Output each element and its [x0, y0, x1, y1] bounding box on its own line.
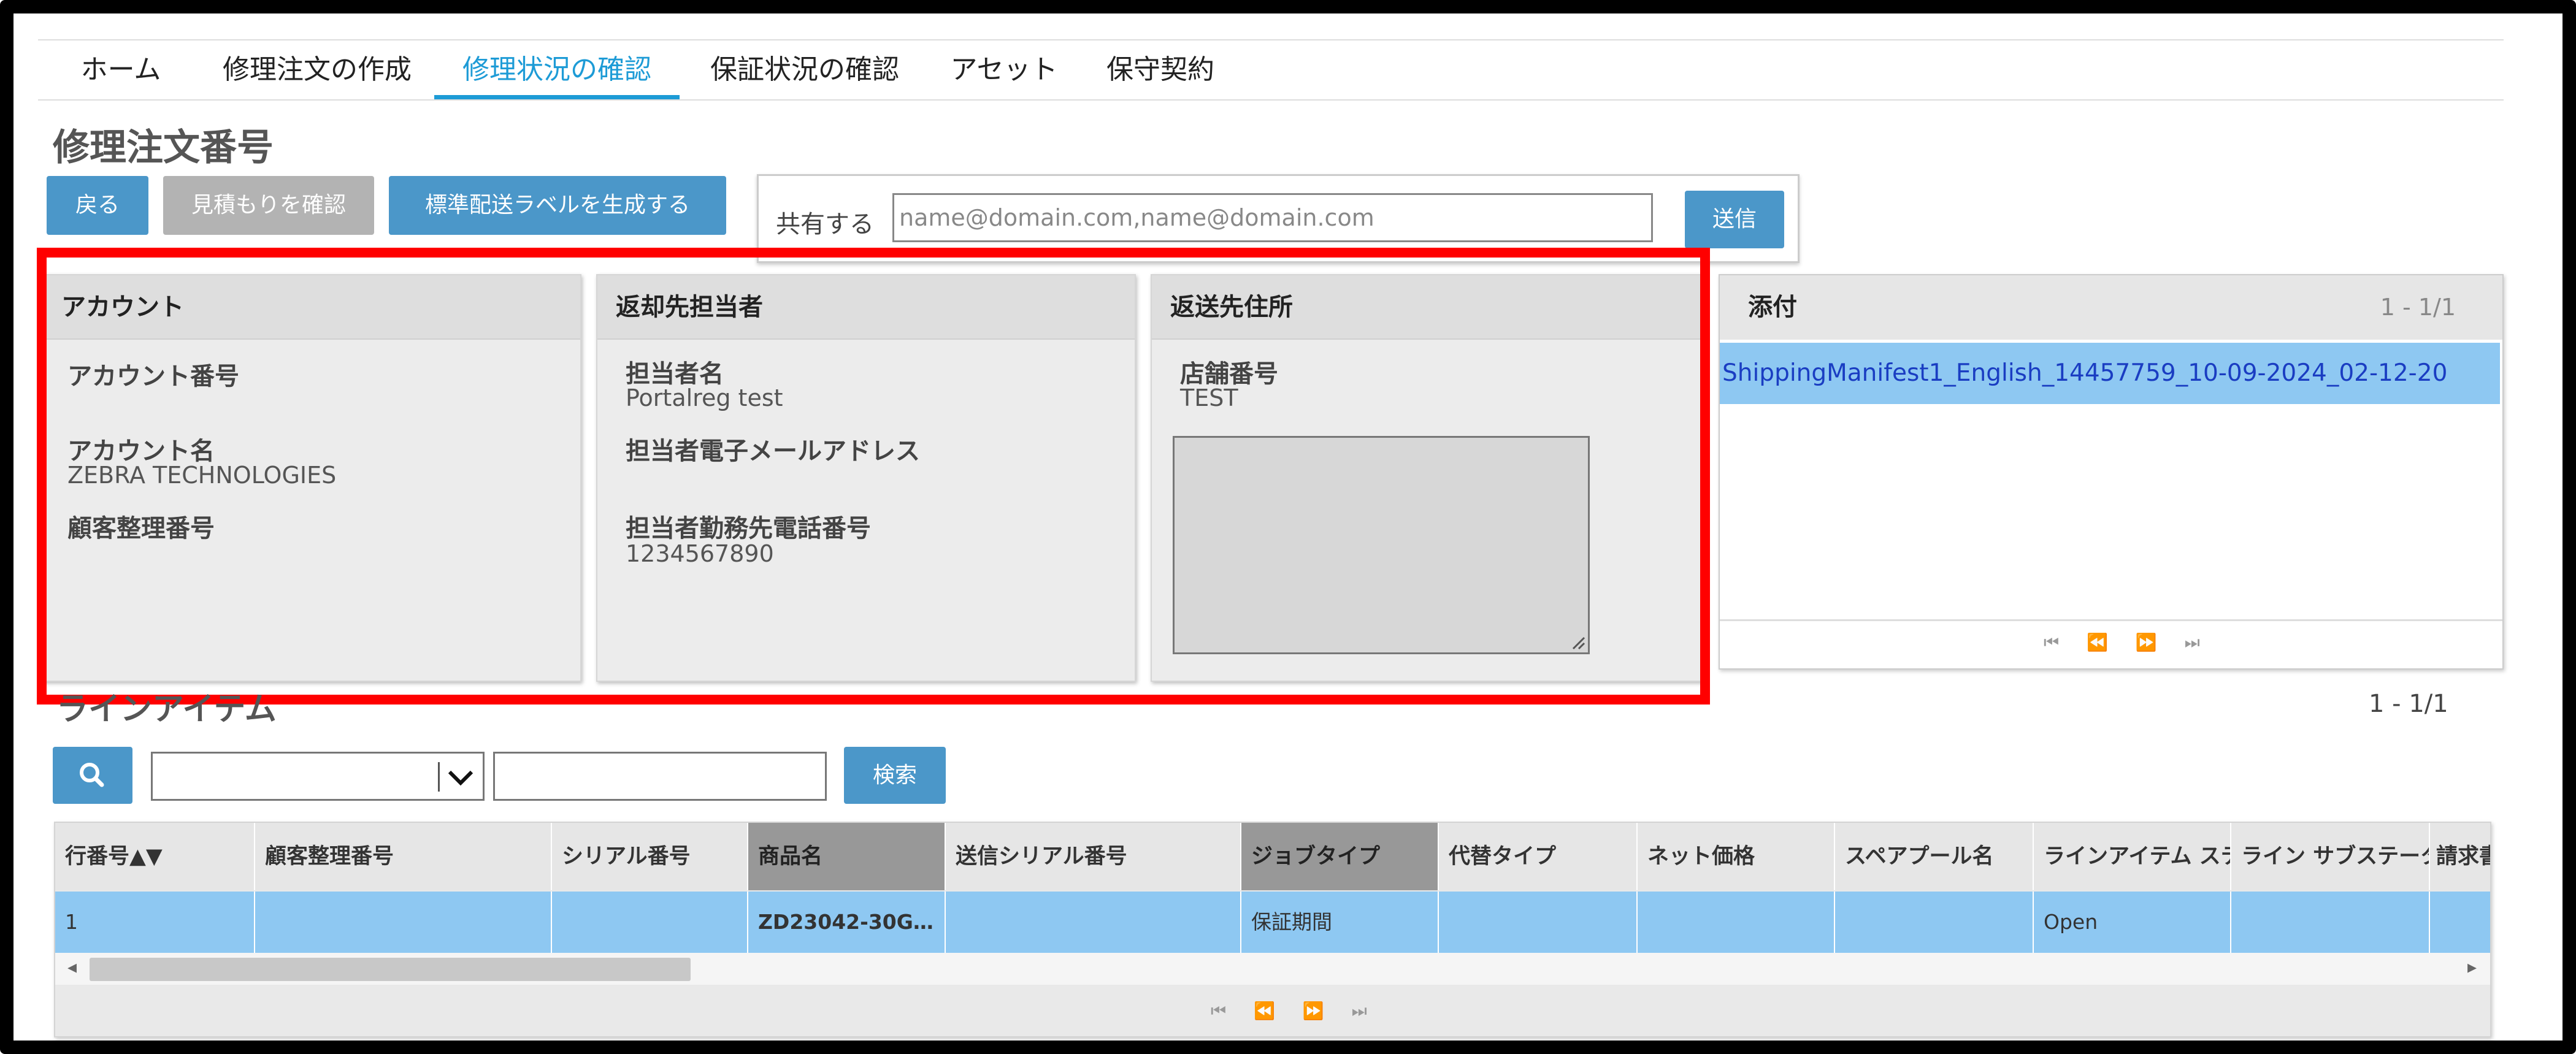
scroll-right-icon[interactable]: ▸ [2467, 957, 2477, 978]
contact-name-value: Portalreg test [626, 384, 783, 411]
share-panel: 共有する 送信 [757, 174, 1800, 263]
column-header-line-status[interactable]: ラインアイテム ステ [2034, 823, 2231, 890]
attachments-title: 添付 [1748, 293, 1797, 321]
customer-ref-label: 顧客整理番号 [67, 514, 215, 543]
column-header-line-number[interactable]: 行番号▲▼ [55, 823, 255, 890]
horizontal-scrollbar[interactable]: ◂ ▸ [55, 953, 2490, 985]
account-panel: アカウント アカウント番号 アカウント名 ZEBRA TECHNOLOGIES … [42, 274, 581, 682]
line-items-grid: 行番号▲▼ 顧客整理番号 シリアル番号 商品名 送信シリアル番号 ジョブタイプ … [54, 822, 2491, 1037]
contact-email-label: 担当者電子メールアドレス [626, 437, 920, 465]
page-title: 修理注文番号 [53, 126, 274, 169]
line-items-title: ラインアイテム [56, 691, 277, 728]
column-header-serial-number[interactable]: シリアル番号 [552, 823, 748, 890]
scrollbar-thumb[interactable] [90, 958, 691, 981]
send-button[interactable]: 送信 [1685, 191, 1784, 248]
column-header-line-substatus[interactable]: ライン サブステータ [2231, 823, 2430, 890]
filter-column-select[interactable] [151, 752, 485, 801]
attachments-panel: 添付 1 - 1/1 ShippingManifest1_English_144… [1719, 274, 2504, 670]
search-icon [80, 763, 104, 787]
attachments-range: 1 - 1/1 [2380, 294, 2456, 321]
attachments-pager: ⏮ ⏪ ⏩ ⏭ [1720, 619, 2502, 668]
generate-shipping-label-button[interactable]: 標準配送ラベルを生成する [389, 176, 726, 235]
share-email-input[interactable] [892, 193, 1653, 242]
contact-phone-value: 1234567890 [626, 540, 774, 567]
nav-item-home[interactable]: ホーム [75, 40, 167, 99]
attachments-header: 添付 1 - 1/1 [1720, 275, 2502, 340]
account-number-label: アカウント番号 [67, 362, 239, 391]
column-header-invoice[interactable]: 請求書 [2430, 823, 2490, 890]
table-cell[interactable] [1835, 892, 2034, 953]
account-name-value: ZEBRA TECHNOLOGIES [67, 462, 337, 489]
table-cell[interactable] [2231, 892, 2430, 953]
share-label: 共有する [776, 210, 874, 239]
contact-phone-label: 担当者勤務先電話番号 [626, 514, 871, 543]
main-nav: ホーム 修理注文の作成 修理状況の確認 保証状況の確認 アセット 保守契約 [38, 39, 2504, 101]
column-header-job-type[interactable]: ジョブタイプ [1241, 823, 1439, 890]
attachment-link[interactable]: ShippingManifest1_English_14457759_10-09… [1720, 343, 2500, 404]
line-items-range: 1 - 1/1 [2369, 690, 2448, 718]
return-contact-panel: 返却先担当者 担当者名 Portalreg test 担当者電子メールアドレス … [596, 274, 1136, 682]
table-cell[interactable] [2430, 892, 2490, 953]
return-address-panel: 返送先住所 店舗番号 TEST [1151, 274, 1703, 682]
store-number-value: TEST [1180, 384, 1238, 411]
filter-value-input[interactable] [493, 752, 827, 801]
table-cell[interactable] [255, 892, 552, 953]
nav-item-service-contracts[interactable]: 保守契約 [1099, 40, 1222, 99]
table-cell[interactable] [946, 892, 1241, 953]
column-header-replacement-type[interactable]: 代替タイプ [1439, 823, 1638, 890]
screenshot-frame: ホーム 修理注文の作成 修理状況の確認 保証状況の確認 アセット 保守契約 修理… [0, 0, 2576, 1054]
table-cell[interactable] [1638, 892, 1835, 953]
return-contact-panel-title: 返却先担当者 [597, 275, 1135, 340]
select-divider [438, 762, 440, 792]
column-header-sent-serial[interactable]: 送信シリアル番号 [946, 823, 1241, 890]
line-items-pager-controls[interactable]: ⏮ ⏪ ⏩ ⏭ [1211, 1001, 1378, 1022]
nav-item-assets[interactable]: アセット [940, 40, 1068, 99]
column-header-customer-ref[interactable]: 顧客整理番号 [255, 823, 552, 890]
column-header-product-name[interactable]: 商品名 [748, 823, 946, 890]
account-panel-title: アカウント [43, 275, 580, 340]
chevron-down-icon [448, 770, 473, 786]
table-cell[interactable] [552, 892, 748, 953]
return-address-panel-title: 返送先住所 [1152, 275, 1701, 340]
table-cell[interactable]: Open [2034, 892, 2231, 953]
table-cell[interactable]: 1 [55, 892, 255, 953]
nav-item-warranty-status[interactable]: 保証状況の確認 [700, 40, 909, 99]
nav-item-repair-status[interactable]: 修理状況の確認 [434, 40, 680, 99]
table-cell[interactable]: ZD23042-30G… [748, 892, 946, 953]
column-header-net-price[interactable]: ネット価格 [1638, 823, 1835, 890]
back-button[interactable]: 戻る [47, 176, 148, 235]
nav-item-create-repair-order[interactable]: 修理注文の作成 [216, 40, 418, 99]
table-cell[interactable]: 保証期間 [1241, 892, 1439, 953]
search-button[interactable]: 検索 [844, 747, 946, 804]
table-cell[interactable] [1439, 892, 1638, 953]
column-header-spare-pool[interactable]: スペアプール名 [1835, 823, 2034, 890]
attachments-pager-controls[interactable]: ⏮ ⏪ ⏩ ⏭ [2044, 632, 2211, 653]
scroll-left-icon[interactable]: ◂ [67, 957, 77, 978]
address-textarea[interactable] [1173, 436, 1590, 654]
view-estimate-button[interactable]: 見積もりを確認 [163, 176, 374, 235]
resize-grip-icon[interactable] [1570, 634, 1585, 650]
search-icon-button[interactable] [53, 747, 132, 804]
